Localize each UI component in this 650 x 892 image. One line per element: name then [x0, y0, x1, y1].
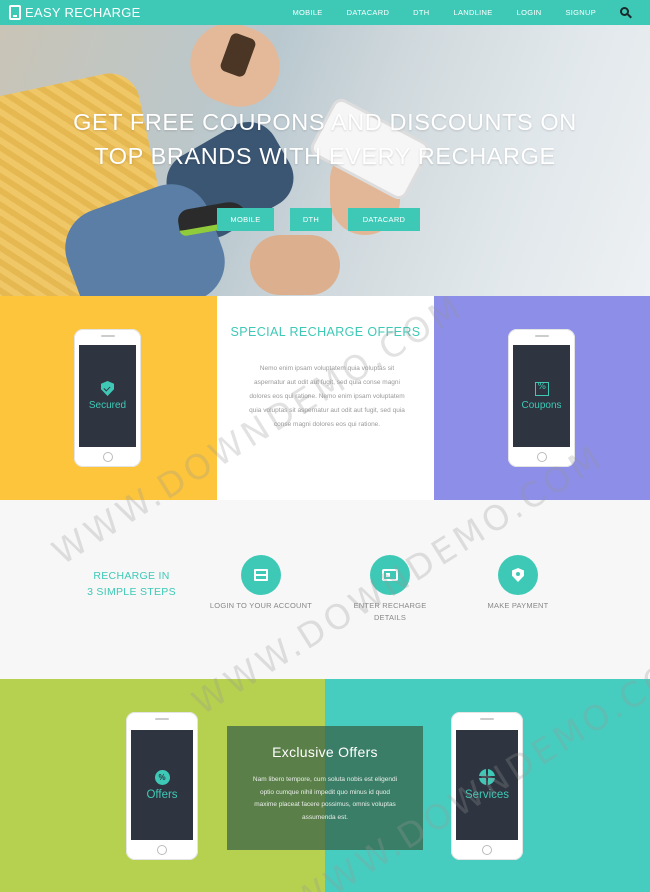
services-label: Services	[464, 789, 510, 801]
offers-phone-screen: % Offers	[131, 730, 193, 840]
steps-title: RECHARGE IN 3 SIMPLE STEPS	[74, 568, 189, 600]
exclusive-offers-text: Nam libero tempore, cum soluta nobis est…	[252, 776, 398, 821]
services-phone-mockup: Services	[451, 712, 523, 860]
hero-banner: GET FREE COUPONS AND DISCOUNTS ON TOP BR…	[0, 25, 650, 296]
exclusive-offers-box: Exclusive Offers Nam libero tempore, cum…	[227, 726, 423, 850]
top-navbar: EASY RECHARGE MOBILE DATACARD DTH LANDLI…	[0, 0, 650, 25]
nav-item-datacard[interactable]: DATACARD	[347, 8, 390, 17]
special-offers-text: Nemo enim ipsam voluptatem quia voluptas…	[249, 365, 405, 428]
hero-headline: GET FREE COUPONS AND DISCOUNTS ON TOP BR…	[0, 105, 650, 173]
offers-label: Offers	[146, 788, 178, 801]
nav-item-mobile[interactable]: MOBILE	[292, 8, 322, 17]
nav-item-dth[interactable]: DTH	[413, 8, 429, 17]
hero-photo-arm-lower	[250, 235, 340, 295]
brand-name: EASY RECHARGE	[25, 5, 141, 20]
step-login-label: LOGIN TO YOUR ACCOUNT	[209, 601, 313, 610]
secured-phone-mockup: Secured	[74, 329, 141, 467]
phone-icon	[9, 5, 21, 20]
special-offers-title: SPECIAL RECHARGE OFFERS	[230, 325, 421, 339]
nav-item-login[interactable]: LOGIN	[517, 8, 542, 17]
percent-badge-icon: %	[154, 769, 170, 785]
offers-phone-mockup: % Offers	[126, 712, 198, 860]
step-details-circle	[370, 555, 410, 595]
hero-headline-line2: TOP BRANDS WITH EVERY RECHARGE	[94, 143, 556, 169]
card-icon	[254, 569, 268, 581]
brand-logo[interactable]: EASY RECHARGE	[9, 5, 141, 20]
hero-dth-button[interactable]: DTH	[290, 208, 332, 231]
secured-phone-screen: Secured	[79, 345, 136, 447]
recharge-icon	[382, 569, 398, 581]
step-login-circle	[241, 555, 281, 595]
coupon-icon	[534, 381, 549, 396]
main-menu: MOBILE DATACARD DTH LANDLINE LOGIN SIGNU…	[292, 0, 650, 25]
recharge-steps-section: RECHARGE IN 3 SIMPLE STEPS LOGIN TO YOUR…	[0, 500, 650, 679]
coupons-label: Coupons	[521, 399, 562, 411]
step-payment-label: MAKE PAYMENT	[487, 601, 549, 610]
hero-mobile-button[interactable]: MOBILE	[217, 208, 274, 231]
hero-headline-line1: GET FREE COUPONS AND DISCOUNTS ON	[73, 109, 577, 135]
hero-datacard-button[interactable]: DATACARD	[348, 208, 420, 231]
search-icon[interactable]	[620, 6, 632, 19]
secured-panel: Secured	[0, 296, 217, 500]
payment-shield-icon	[512, 568, 524, 582]
secured-label: Secured	[88, 400, 127, 411]
globe-icon	[479, 769, 495, 785]
nav-item-landline[interactable]: LANDLINE	[454, 8, 493, 17]
steps-title-line2: 3 SIMPLE STEPS	[87, 586, 176, 598]
coupons-panel: Coupons	[434, 296, 650, 500]
services-phone-screen: Services	[456, 730, 518, 840]
coupons-phone-screen: Coupons	[513, 345, 570, 447]
shield-icon	[101, 381, 114, 396]
step-details-label: ENTER RECHARGE DETAILS	[353, 601, 427, 622]
steps-title-line1: RECHARGE IN	[93, 570, 170, 582]
nav-item-signup[interactable]: SIGNUP	[565, 8, 596, 17]
coupons-phone-mockup: Coupons	[508, 329, 575, 467]
step-payment-circle	[498, 555, 538, 595]
exclusive-offers-title: Exclusive Offers	[272, 744, 378, 760]
special-offers-panel: SPECIAL RECHARGE OFFERS Nemo enim ipsam …	[217, 296, 434, 500]
